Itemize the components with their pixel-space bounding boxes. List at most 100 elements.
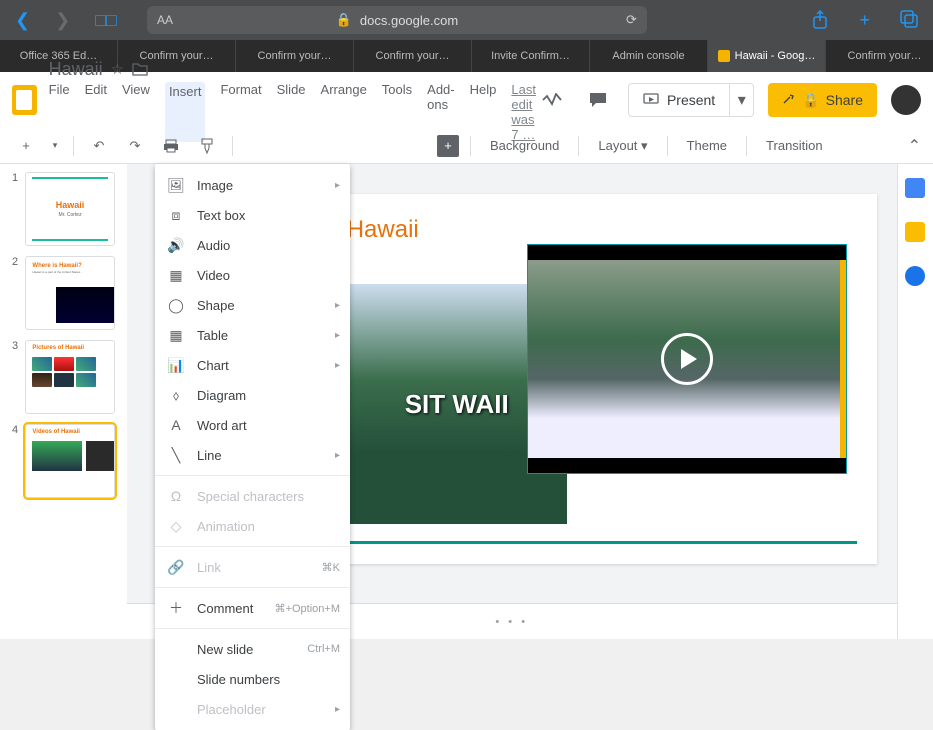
- transition-button[interactable]: Transition: [758, 138, 831, 153]
- tasks-addon-icon[interactable]: [905, 266, 925, 286]
- insert-word-art[interactable]: A Word art: [155, 410, 350, 440]
- menu-label: Shape: [197, 298, 235, 313]
- image-icon: 🖼: [167, 177, 185, 194]
- side-panel: [897, 164, 933, 639]
- calendar-addon-icon[interactable]: [905, 178, 925, 198]
- refresh-icon[interactable]: ⟳: [626, 12, 637, 28]
- text-size-icon[interactable]: AA: [157, 13, 173, 27]
- new-tab-icon[interactable]: +: [859, 10, 870, 31]
- present-label: Present: [667, 92, 715, 108]
- tabs-icon[interactable]: [900, 10, 918, 31]
- background-button[interactable]: Background: [482, 138, 567, 153]
- thumb-number: 3: [12, 340, 19, 414]
- menu-label: Slide numbers: [197, 672, 280, 687]
- reader-icon[interactable]: □□: [95, 10, 117, 31]
- thumb-number: 1: [12, 172, 19, 246]
- menu-label: Link: [197, 560, 221, 575]
- new-slide-icon[interactable]: +: [12, 132, 40, 160]
- menu-label: Text box: [197, 208, 245, 223]
- insert-line[interactable]: ╲ Line: [155, 440, 350, 470]
- keep-addon-icon[interactable]: [905, 222, 925, 242]
- wordart-icon: A: [167, 417, 185, 433]
- menu-label: Image: [197, 178, 233, 193]
- collapse-toolbar-icon[interactable]: ⌃: [908, 136, 921, 156]
- theme-button[interactable]: Theme: [679, 138, 735, 153]
- layout-button[interactable]: Layout ▾: [590, 138, 655, 154]
- redo-icon[interactable]: ↷: [121, 132, 149, 160]
- audio-icon: 🔊: [167, 237, 185, 254]
- link-icon: 🔗: [167, 559, 185, 576]
- slide-thumbnail[interactable]: HawaiiMr. Cortez: [25, 172, 114, 246]
- browser-tab[interactable]: Admin console: [590, 40, 708, 72]
- video-icon: ▦: [167, 267, 185, 284]
- move-folder-icon[interactable]: [132, 62, 148, 76]
- menu-label: Line: [197, 448, 222, 463]
- insert-audio[interactable]: 🔊 Audio: [155, 230, 350, 260]
- browser-chrome: ❮ ❯ □□ AA 🔒 docs.google.com ⟳ +: [0, 0, 933, 40]
- add-box-icon[interactable]: +: [437, 135, 459, 157]
- app-header: Hawaii ☆ FileEditViewInsertFormatSlideAr…: [0, 72, 933, 128]
- shortcut-label: ⌘K: [322, 561, 340, 574]
- url-text: docs.google.com: [360, 13, 458, 28]
- specialchar-icon: Ω: [167, 488, 185, 504]
- share-label: Share: [826, 92, 863, 108]
- insert-animation: ◇Animation: [155, 511, 350, 541]
- share-sheet-icon[interactable]: [811, 10, 829, 31]
- menu-label: New slide: [197, 642, 253, 657]
- browser-tab[interactable]: Confirm your…: [826, 40, 933, 72]
- menu-label: Placeholder: [197, 702, 266, 717]
- browser-tab[interactable]: Hawaii - Goog…: [708, 40, 826, 72]
- present-button[interactable]: Present: [628, 83, 730, 117]
- back-icon[interactable]: ❮: [15, 10, 30, 31]
- present-dropdown-icon[interactable]: ▾: [730, 83, 754, 117]
- line-icon: ╲: [167, 447, 185, 464]
- insert-special-characters: Ω Special characters: [155, 481, 350, 511]
- lock-icon: 🔒: [336, 12, 352, 28]
- star-icon[interactable]: ☆: [111, 60, 124, 78]
- insert-diagram[interactable]: ⬨ Diagram: [155, 380, 350, 410]
- menu-label: Comment: [197, 601, 253, 616]
- menu-label: Word art: [197, 418, 247, 433]
- forward-icon: ❯: [55, 10, 70, 31]
- share-button[interactable]: 🔒 Share: [768, 83, 877, 117]
- paint-format-icon[interactable]: [193, 132, 221, 160]
- url-bar[interactable]: AA 🔒 docs.google.com ⟳: [147, 6, 647, 34]
- slide-thumbnail[interactable]: Where is Hawaii?Hawaii is a part of the …: [25, 256, 114, 330]
- slides-logo-icon[interactable]: [12, 85, 37, 115]
- insert-menu-dropdown: 🖼 Image ⧈ Text box 🔊 Audio ▦Video ◯ Shape ▦Table📊…: [155, 164, 350, 730]
- slide-thumbnail[interactable]: Videos of Hawaii: [25, 424, 114, 498]
- shape-icon: ◯: [167, 297, 185, 314]
- insert-chart[interactable]: 📊Chart: [155, 350, 350, 380]
- print-icon[interactable]: [157, 132, 185, 160]
- comments-icon[interactable]: [582, 84, 614, 116]
- insert-table[interactable]: ▦Table: [155, 320, 350, 350]
- diagram-icon: ⬨: [167, 387, 185, 404]
- insert-text-box[interactable]: ⧈ Text box: [155, 200, 350, 230]
- shortcut-label: ⌘+Option+M: [275, 602, 340, 615]
- insert-link: 🔗 Link ⌘K: [155, 552, 350, 582]
- play-icon[interactable]: [661, 333, 713, 385]
- doc-title[interactable]: Hawaii: [49, 59, 103, 80]
- activity-icon[interactable]: [536, 84, 568, 116]
- menu-label: Special characters: [197, 489, 304, 504]
- insert-comment[interactable]: ＋ Comment ⌘+Option+M: [155, 593, 350, 623]
- insert-shape[interactable]: ◯ Shape: [155, 290, 350, 320]
- menu-label: Diagram: [197, 388, 246, 403]
- thumbnail-panel: 1HawaiiMr. Cortez2Where is Hawaii?Hawaii…: [0, 164, 127, 639]
- textbox-icon: ⧈: [167, 207, 185, 224]
- slide[interactable]: Hawaii SIT WAII: [327, 194, 877, 564]
- insert-video[interactable]: ▦Video: [155, 260, 350, 290]
- insert-slide-numbers[interactable]: Slide numbers: [155, 664, 350, 694]
- menu-label: Audio: [197, 238, 230, 253]
- avatar[interactable]: [891, 85, 921, 115]
- slide-thumbnail[interactable]: Pictures of Hawaii: [25, 340, 114, 414]
- menu-label: Chart: [197, 358, 229, 373]
- comment-icon: ＋: [167, 598, 185, 618]
- thumb-number: 4: [12, 424, 19, 498]
- insert-image[interactable]: 🖼 Image: [155, 170, 350, 200]
- slide-video[interactable]: [527, 244, 847, 474]
- shortcut-label: Ctrl+M: [307, 643, 340, 655]
- new-slide-dd-icon[interactable]: ▾: [48, 132, 62, 160]
- animation-icon: ◇: [167, 518, 185, 535]
- undo-icon[interactable]: ↶: [85, 132, 113, 160]
